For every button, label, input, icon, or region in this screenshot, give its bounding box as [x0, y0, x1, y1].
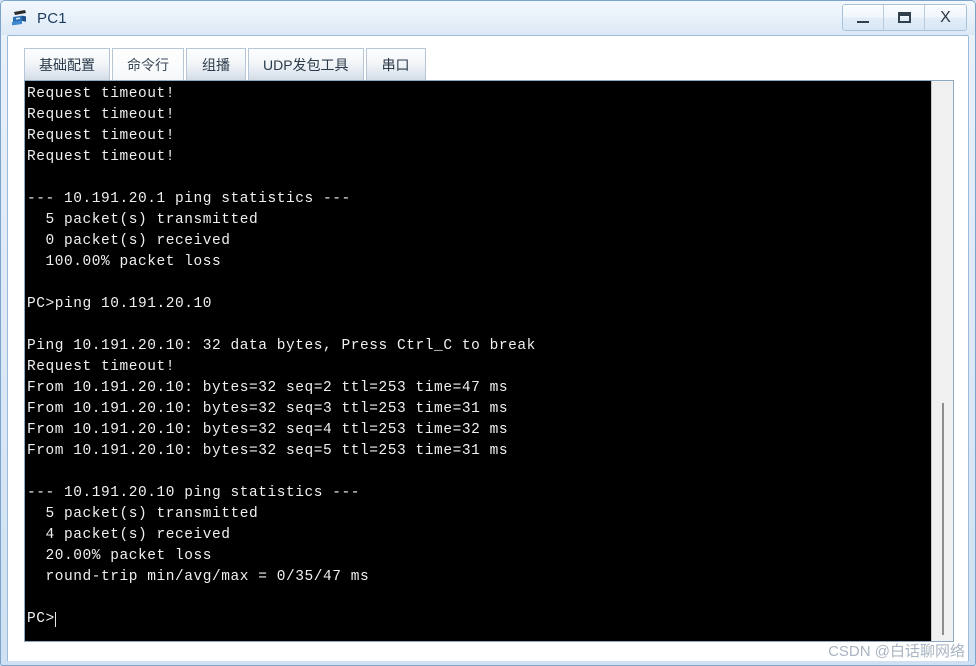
terminal-prompt: PC>	[27, 611, 55, 627]
terminal-line: Request timeout!	[27, 359, 176, 375]
minimize-button[interactable]	[843, 5, 884, 30]
maximize-button[interactable]	[884, 5, 925, 30]
terminal-line: From 10.191.20.10: bytes=32 seq=4 ttl=25…	[27, 422, 509, 438]
window-client-area: 基础配置 命令行 组播 UDP发包工具 串口 Request timeout! Reque…	[7, 35, 969, 661]
close-icon: X	[940, 8, 951, 26]
window-titlebar[interactable]: PC1 X	[1, 1, 975, 35]
terminal-line: Request timeout!	[27, 107, 176, 123]
tab-bar: 基础配置 命令行 组播 UDP发包工具 串口	[24, 46, 428, 80]
watermark-text: CSDN @白话聊网络	[828, 643, 965, 660]
terminal-line: 0 packet(s) received	[27, 233, 231, 249]
terminal-line: Request timeout!	[27, 128, 176, 144]
terminal-line: From 10.191.20.10: bytes=32 seq=5 ttl=25…	[27, 443, 509, 459]
window-title: PC1	[37, 9, 67, 27]
tab-command-line[interactable]: 命令行	[112, 48, 184, 80]
terminal-line: 4 packet(s) received	[27, 527, 231, 543]
terminal-line: 5 packet(s) transmitted	[27, 506, 259, 522]
scrollbar-thumb[interactable]	[942, 403, 944, 635]
terminal-output[interactable]: Request timeout! Request timeout! Request …	[25, 81, 931, 641]
terminal-vertical-scrollbar[interactable]	[931, 81, 953, 641]
terminal-line: 100.00% packet loss	[27, 254, 222, 270]
terminal-line: 5 packet(s) transmitted	[27, 212, 259, 228]
terminal-line: Ping 10.191.20.10: 32 data bytes, Press …	[27, 338, 536, 354]
maximize-icon	[897, 12, 911, 23]
terminal-line: --- 10.191.20.1 ping statistics ---	[27, 191, 351, 207]
tab-serial-port[interactable]: 串口	[365, 48, 426, 80]
terminal-line: Request timeout!	[27, 86, 176, 102]
minimize-icon	[857, 20, 869, 23]
terminal-cursor	[54, 612, 56, 627]
tab-udp-tool[interactable]: UDP发包工具	[248, 48, 364, 80]
terminal-line: From 10.191.20.10: bytes=32 seq=3 ttl=25…	[27, 401, 509, 417]
pc1-window: PC1 X 基础配置 命令行 组播 UDP发包工具 串口 Request timeout…	[0, 0, 976, 666]
close-button[interactable]: X	[925, 5, 966, 30]
terminal-line: PC>ping 10.191.20.10	[27, 296, 213, 312]
terminal-line: From 10.191.20.10: bytes=32 seq=2 ttl=25…	[27, 380, 509, 396]
pc-computer-icon	[10, 8, 30, 28]
terminal-line: PC>	[27, 609, 931, 630]
tab-basic-config[interactable]: 基础配置	[24, 48, 110, 80]
window-controls: X	[842, 4, 967, 31]
terminal-line: Request timeout!	[27, 149, 176, 165]
terminal-line: 20.00% packet loss	[27, 548, 213, 564]
command-line-panel: Request timeout! Request timeout! Request …	[24, 80, 954, 642]
tab-multicast[interactable]: 组播	[186, 48, 246, 80]
terminal-line: round-trip min/avg/max = 0/35/47 ms	[27, 569, 370, 585]
terminal-line: --- 10.191.20.10 ping statistics ---	[27, 485, 361, 501]
